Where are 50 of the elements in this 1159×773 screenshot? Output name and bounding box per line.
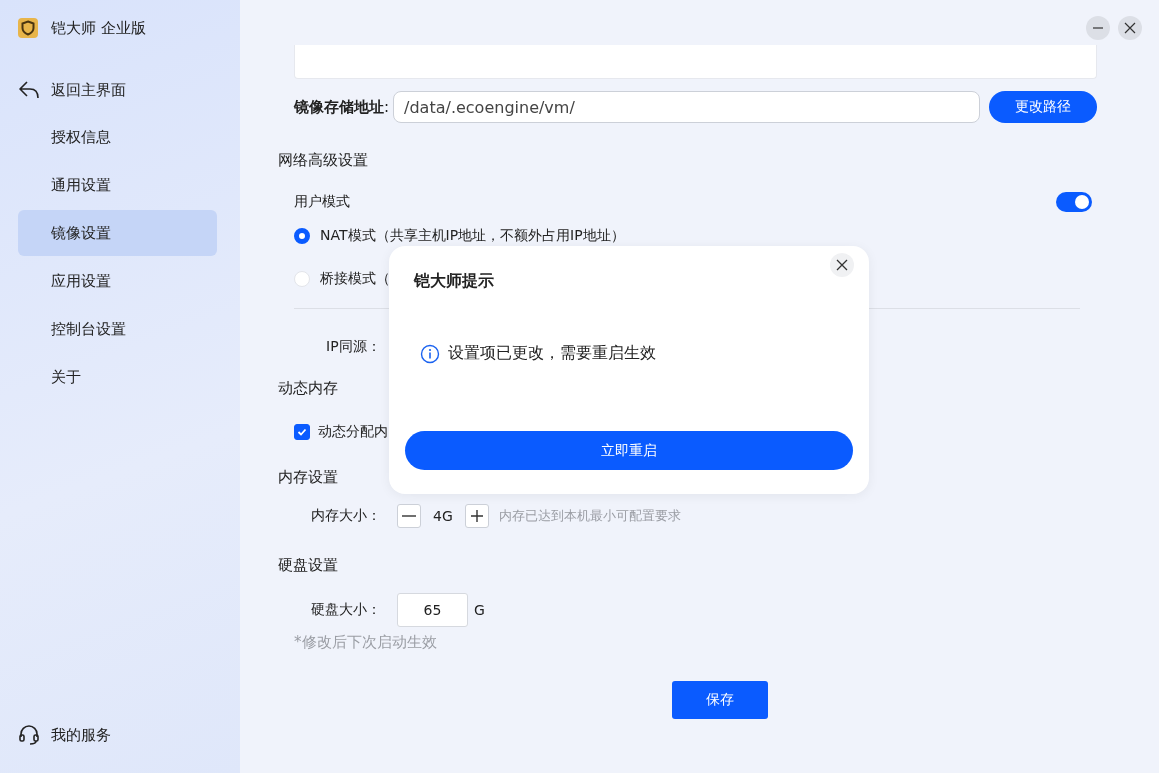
save-button[interactable]: 保存: [672, 681, 768, 719]
sidebar-item[interactable]: 授权信息: [18, 114, 217, 160]
dialog-title: 铠大师提示: [414, 271, 494, 292]
increase-button[interactable]: [464, 504, 489, 528]
restart-button[interactable]: 立即重启: [405, 431, 853, 470]
radio-label: 桥接模式（: [320, 270, 390, 288]
decrease-button[interactable]: [397, 504, 421, 528]
service-link[interactable]: 我的服务: [18, 723, 111, 747]
close-button[interactable]: [1118, 16, 1142, 40]
memory-hint: 内存已达到本机最小可配置要求: [498, 507, 681, 525]
sidebar-item[interactable]: 应用设置: [18, 258, 217, 304]
section-heading: 内存设置: [278, 468, 338, 487]
storage-path-field[interactable]: /data/.ecoengine/vm/: [393, 91, 980, 123]
disk-size-field[interactable]: 65: [397, 593, 468, 627]
headset-icon: [18, 724, 40, 746]
memory-size-label: 内存大小：: [311, 507, 382, 525]
restart-note: *修改后下次启动生效: [294, 633, 438, 652]
back-link[interactable]: 返回主界面: [18, 78, 126, 102]
close-button[interactable]: [830, 253, 854, 277]
section-heading: 动态内存: [278, 379, 338, 398]
minimize-button[interactable]: [1086, 16, 1110, 40]
user-mode-label: 用户模式: [294, 193, 350, 211]
change-path-button[interactable]: 更改路径: [989, 91, 1097, 123]
checkbox[interactable]: [294, 424, 310, 440]
sidebar-item[interactable]: 控制台设置: [18, 306, 217, 352]
radio-label: NAT模式（共享主机IP地址，不额外占用IP地址）: [320, 227, 625, 245]
section-heading: 硬盘设置: [278, 556, 338, 575]
minus-icon: [402, 515, 416, 517]
shield-logo-icon: [18, 18, 38, 38]
user-mode-toggle[interactable]: [1056, 192, 1092, 212]
sidebar-item[interactable]: 通用设置: [18, 162, 217, 208]
radio-button[interactable]: [294, 228, 310, 244]
plus-icon: [468, 508, 485, 524]
section-heading: 网络高级设置: [278, 151, 368, 170]
sidebar-item[interactable]: 镜像设置: [18, 210, 217, 256]
info-icon: [420, 343, 440, 364]
app-title: 铠大师 企业版: [51, 18, 146, 38]
sidebar-item[interactable]: 关于: [18, 354, 217, 400]
ip-source-label: IP同源：: [326, 338, 381, 354]
memory-value: 4G: [433, 508, 453, 524]
storage-path-label: 镜像存储地址: [294, 97, 384, 117]
close-icon: [1124, 22, 1136, 34]
reply-arrow-icon: [18, 80, 40, 100]
colon: :: [384, 98, 390, 116]
dialog-message: 设置项已更改，需要重启生效: [448, 343, 656, 364]
disk-size-label: 硬盘大小：: [311, 601, 382, 619]
checkbox-label: 动态分配内: [318, 423, 388, 441]
close-icon: [836, 259, 848, 271]
disk-unit: G: [474, 602, 485, 618]
checkmark-icon: [296, 426, 308, 438]
